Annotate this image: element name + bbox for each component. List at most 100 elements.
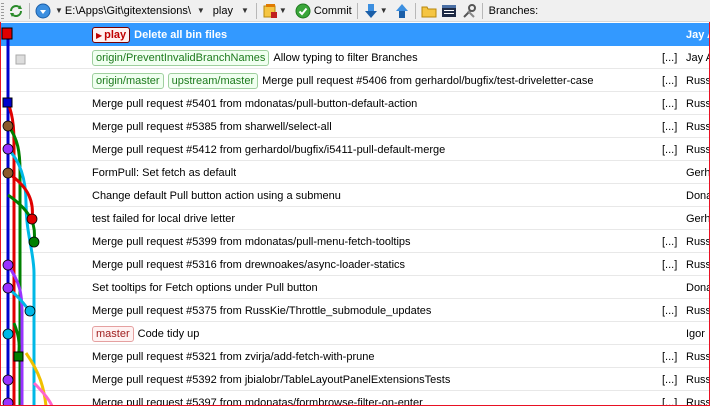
settings-icon — [461, 3, 477, 19]
commit-check-icon — [295, 3, 311, 19]
commit-node — [2, 397, 14, 406]
commit-node — [13, 351, 24, 362]
commit-row[interactable]: Merge pull request #5399 from mdonatas/p… — [0, 230, 710, 253]
ref-name: upstream/master — [171, 74, 255, 87]
commit-row[interactable]: test failed for local drive letter Gerh — [0, 207, 710, 230]
commit-message: Merge pull request #5375 from RussKie/Th… — [92, 304, 432, 317]
toolbar-separator — [356, 2, 358, 19]
pull-icon — [363, 3, 379, 19]
commit-row[interactable]: Merge pull request #5316 from drewnoakes… — [0, 253, 710, 276]
merge-details-button[interactable]: [...] — [662, 69, 677, 92]
git-bash-button[interactable] — [439, 1, 459, 21]
ref-name: master — [96, 327, 130, 340]
commit-node — [26, 213, 38, 225]
merge-details-button[interactable]: [...] — [662, 299, 677, 322]
dashboard-button[interactable]: ▼ — [260, 1, 291, 21]
commit-button[interactable]: Commit — [291, 1, 354, 21]
commit-message: Set tooltips for Fetch options under Pul… — [92, 281, 318, 294]
push-button[interactable] — [392, 1, 412, 21]
commit-message: Merge pull request #5392 from jbialobr/T… — [92, 373, 451, 386]
branches-filter[interactable]: Branches: — [486, 1, 541, 21]
commit-message: Merge pull request #5399 from mdonatas/p… — [92, 235, 411, 248]
commit-label: Commit — [313, 4, 352, 17]
commit-row[interactable]: master Code tidy up Igor — [0, 322, 710, 345]
commit-message-cell: ▶ play Delete all bin files — [92, 23, 227, 46]
merge-details-button[interactable]: [...] — [662, 368, 677, 391]
commit-row[interactable]: Change default Pull button action using … — [0, 184, 710, 207]
commit-message-cell: Merge pull request #5399 from mdonatas/p… — [92, 230, 411, 253]
commit-row[interactable]: Merge pull request #5397 from mdonatas/f… — [0, 391, 710, 406]
commit-message: Allow typing to filter Branches — [273, 51, 418, 64]
toolbar-separator — [481, 2, 483, 19]
local-branch-label[interactable]: master — [92, 325, 134, 342]
commit-message: test failed for local drive letter — [92, 212, 236, 225]
graph-lane — [24, 352, 48, 406]
commit-message-cell: Merge pull request #5392 from jbialobr/T… — [92, 368, 450, 391]
commit-row[interactable]: Set tooltips for Fetch options under Pul… — [0, 276, 710, 299]
commit-row[interactable]: origin/master upstream/master Merge pull r… — [0, 69, 710, 92]
refresh-button[interactable] — [6, 1, 26, 21]
pull-button[interactable]: ▼ — [361, 1, 392, 21]
merge-details-button[interactable]: [...] — [662, 115, 677, 138]
commit-node — [24, 305, 36, 317]
remote-branch-label[interactable]: origin/PreventInvalidBranchNames — [92, 49, 270, 66]
commit-message: Delete all bin files — [134, 28, 228, 41]
commit-row[interactable]: Merge pull request #5321 from zvirja/add… — [0, 345, 710, 368]
commit-message: Merge pull request #5397 from mdonatas/f… — [92, 396, 423, 406]
chevron-down-icon: ▼ — [240, 6, 249, 15]
commit-row[interactable]: ▶playDelete all bin files Jay A — [0, 23, 710, 46]
settings-button[interactable] — [459, 1, 479, 21]
commit-row[interactable]: origin/PreventInvalidBranchNames Allow ty… — [0, 46, 710, 69]
remote-branch-label[interactable]: origin/master — [92, 72, 164, 89]
folder-icon — [421, 3, 437, 19]
merge-details-button[interactable]: [...] — [662, 230, 677, 253]
commit-message-cell: Merge pull request #5401 from mdonatas/p… — [92, 92, 417, 115]
commit-message-cell: Merge pull request #5412 from gerhardol/… — [92, 138, 445, 161]
commit-row[interactable]: Merge pull request #5392 from jbialobr/T… — [0, 368, 710, 391]
commit-row[interactable]: Merge pull request #5385 from sharwell/s… — [0, 115, 710, 138]
branch-dropdown[interactable]: play ▼ — [209, 1, 253, 21]
merge-details-button[interactable]: [...] — [662, 253, 677, 276]
merge-details-button[interactable]: [...] — [662, 138, 677, 161]
merge-details-button[interactable]: [...] — [662, 92, 677, 115]
commit-node — [2, 374, 14, 386]
merge-details-button[interactable]: [...] — [662, 391, 677, 406]
open-folder-button[interactable] — [419, 1, 439, 21]
commit-message-cell: origin/PreventInvalidBranchNames Allow ty… — [92, 46, 418, 69]
author-cell: Dona — [686, 281, 710, 294]
revision-grid[interactable]: ▶playDelete all bin files Jay A origin/Pre… — [0, 23, 710, 406]
commit-message-cell: test failed for local drive letter — [92, 207, 235, 230]
author-cell: Russ — [686, 74, 710, 87]
commit-row[interactable]: Merge pull request #5412 from gerhardol/… — [0, 138, 710, 161]
toolbar-grip[interactable] — [1, 2, 4, 19]
toolbar-separator — [29, 2, 30, 19]
repository-dropdown[interactable]: ▼ E:\Apps\Git\gitextensions\ ▼ — [33, 1, 209, 21]
merge-details-button[interactable]: [...] — [662, 46, 677, 69]
dashboard-icon — [262, 3, 278, 19]
commit-node — [2, 120, 14, 132]
author-cell: Russ — [686, 304, 710, 317]
author-cell: Russ — [686, 143, 710, 156]
merge-details-button[interactable]: [...] — [662, 345, 677, 368]
refresh-icon — [8, 3, 24, 19]
author-cell: Russ — [686, 350, 710, 363]
ref-name: play — [104, 28, 127, 41]
ref-name: origin/master — [96, 74, 160, 87]
chevron-down-icon: ▼ — [379, 6, 388, 15]
commit-message-cell: FormPull: Set fetch as default — [92, 161, 236, 184]
remote-branch-label[interactable]: upstream/master — [167, 72, 259, 89]
head-commit-node — [1, 27, 13, 40]
commit-row[interactable]: Merge pull request #5401 from mdonatas/p… — [0, 92, 710, 115]
console-icon — [441, 3, 457, 19]
author-cell: Jay A — [686, 28, 710, 41]
commit-message: FormPull: Set fetch as default — [92, 166, 237, 179]
commit-message-cell: Merge pull request #5375 from RussKie/Th… — [92, 299, 431, 322]
commit-row[interactable]: Merge pull request #5375 from RussKie/Th… — [0, 299, 710, 322]
commit-node — [2, 328, 14, 340]
author-cell: Jay A — [686, 51, 710, 64]
revision-graph — [1, 27, 54, 406]
head-branch-label[interactable]: ▶ play — [92, 26, 131, 43]
commit-message: Merge pull request #5385 from sharwell/s… — [92, 120, 332, 133]
commit-message: Merge pull request #5401 from mdonatas/p… — [92, 97, 418, 110]
commit-row[interactable]: FormPull: Set fetch as default Gerh — [0, 161, 710, 184]
